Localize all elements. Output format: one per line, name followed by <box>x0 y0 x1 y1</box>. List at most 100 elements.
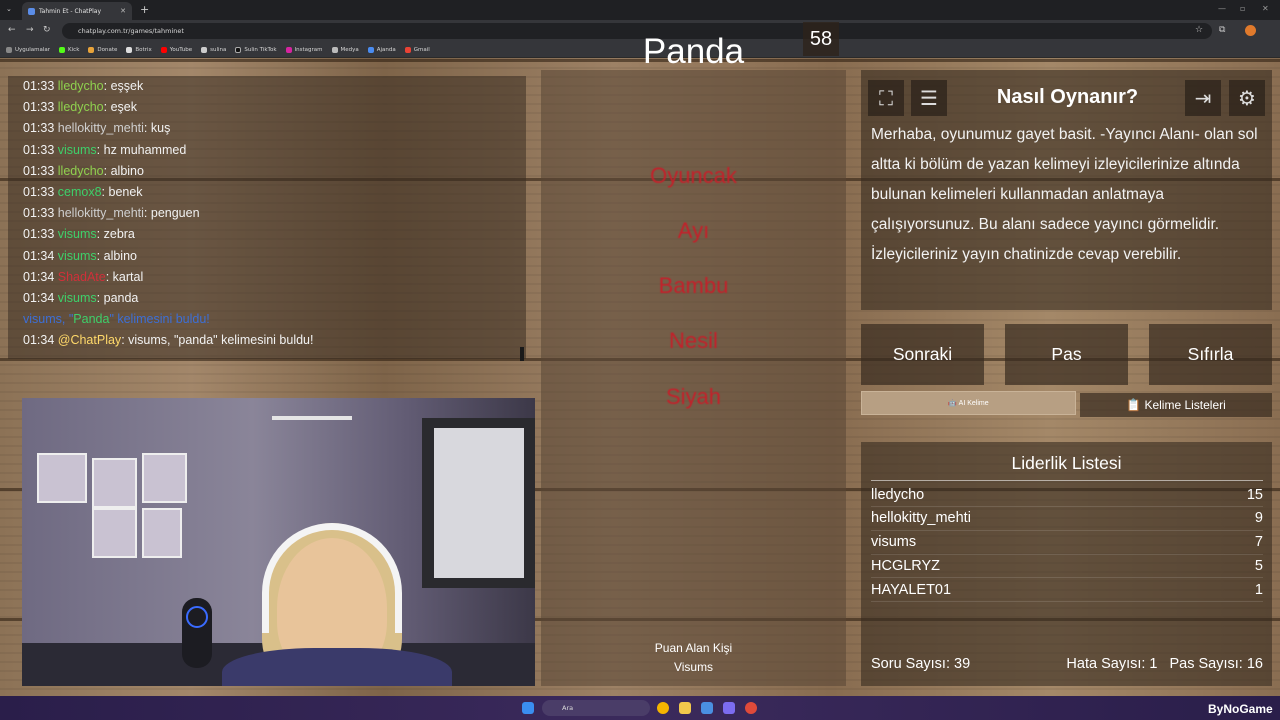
found-notice-word: Panda <box>73 312 110 327</box>
chat-username[interactable]: lledycho <box>58 100 104 114</box>
chat-username[interactable]: ShadAte <box>58 270 106 284</box>
profile-avatar[interactable] <box>1245 25 1256 36</box>
chat-text: : albino <box>96 248 137 263</box>
leaderboard-title: Liderlik Listesi <box>1011 453 1122 473</box>
chat-message: 01:33 lledycho: eşşek <box>8 76 526 97</box>
chat-text: : kuş <box>143 121 171 136</box>
chrome-icon[interactable] <box>657 702 669 714</box>
bookmark-star-icon[interactable]: ☆ <box>1195 25 1203 35</box>
chat-username[interactable]: lledycho <box>58 164 104 178</box>
app-icon[interactable] <box>701 702 713 714</box>
bookmark-item[interactable]: Botrix <box>126 46 152 53</box>
logout-icon[interactable]: ⇥ <box>1185 80 1221 116</box>
bookmark-item[interactable]: Ajanda <box>367 46 396 53</box>
site-favicon-icon <box>28 7 35 15</box>
pass-button[interactable]: Pas <box>1005 324 1128 385</box>
chat-time: 01:33 <box>23 142 55 157</box>
window-close-icon[interactable]: ✕ <box>1262 4 1269 13</box>
poster <box>92 458 137 508</box>
fullscreen-icon[interactable]: ⛶ <box>868 80 904 116</box>
chat-username[interactable]: visums <box>58 249 97 263</box>
poster <box>37 453 87 503</box>
chat-username[interactable]: hellokitty_mehti <box>58 206 144 220</box>
chat-message: 01:33 lledycho: eşek <box>8 97 526 118</box>
chat-message: 01:34 visums: albino <box>8 246 526 267</box>
obs-icon[interactable] <box>745 702 757 714</box>
forward-icon[interactable]: → <box>26 25 34 35</box>
back-icon[interactable]: ← <box>8 25 16 35</box>
bookmark-item[interactable]: Donate <box>88 46 117 53</box>
tab-close-icon[interactable]: ✕ <box>120 7 126 15</box>
chat-time: 01:33 <box>23 100 55 115</box>
chat-text: : visums, "panda" kelimesini buldu! <box>121 333 314 348</box>
maximize-icon[interactable]: ▫ <box>1240 4 1245 13</box>
chat-username[interactable]: hellokitty_mehti <box>58 121 144 135</box>
bookmark-item[interactable]: Kick <box>59 46 79 53</box>
chat-time: 01:34 <box>23 248 55 263</box>
bookmark-item[interactable]: sulina <box>201 46 226 53</box>
pass-count: Pas Sayısı: 16 <box>1169 656 1264 672</box>
bot-message: 01:34 @ChatPlay: visums, "panda" kelimes… <box>8 330 526 351</box>
reset-button[interactable]: Sıfırla <box>1149 324 1272 385</box>
leaderboard-row: HAYALET01 1 <box>871 578 1263 603</box>
ai-word-button[interactable]: 🤖 AI Kelime <box>861 391 1076 415</box>
chat-message: 01:33 hellokitty_mehti: penguen <box>8 203 526 224</box>
settings-gear-icon[interactable]: ⚙ <box>1229 80 1265 116</box>
found-notice-suffix: " kelimesini buldu! <box>109 312 210 327</box>
leaderboard-score: 15 <box>1246 486 1263 503</box>
found-notice-prefix: visums, " <box>23 312 74 327</box>
leaderboard-name: HCGLRYZ <box>871 557 941 574</box>
chat-username[interactable]: lledycho <box>58 79 104 93</box>
browser-tab[interactable]: Tahmin Et - ChatPlay ✕ <box>22 2 132 20</box>
webcam-feed <box>22 398 535 686</box>
taskbar-search-text: Ara <box>562 704 574 712</box>
chat-username[interactable]: cemox8 <box>58 185 102 199</box>
how-to-play-title: Nasıl Oynanır? <box>996 86 1139 108</box>
chat-time: 01:33 <box>23 227 55 242</box>
file-explorer-icon[interactable] <box>679 702 691 714</box>
chat-message: 01:33 cemox8: benek <box>8 182 526 203</box>
chat-time: 01:33 <box>23 206 55 221</box>
chat-text: : eşşek <box>103 79 144 93</box>
windows-start-icon[interactable] <box>522 702 534 714</box>
chat-text: : benek <box>101 184 143 199</box>
browser-tab-bar: ⌄ Tahmin Et - ChatPlay ✕ + — ▫ ✕ <box>0 0 1280 20</box>
chat-time: 01:33 <box>23 184 55 199</box>
chat-username[interactable]: visums <box>58 291 97 305</box>
bookmark-item[interactable]: Medya <box>331 46 359 53</box>
bookmark-item[interactable]: Instagram <box>285 46 323 53</box>
new-tab-icon[interactable]: + <box>140 3 149 16</box>
tab-search-icon[interactable]: ⌄ <box>6 5 12 13</box>
leaderboard-score: 1 <box>1254 581 1263 598</box>
forbidden-word: Nesil <box>669 328 718 353</box>
leaderboard-score: 5 <box>1254 557 1263 574</box>
chat-username[interactable]: visums <box>58 227 97 241</box>
bookmark-item[interactable]: Sulin TikTok <box>235 46 277 53</box>
word-lists-button[interactable]: 📋 Kelime Listeleri <box>1080 393 1272 417</box>
leaderboard-row: lledycho 15 <box>871 483 1263 507</box>
forbidden-word: Ayı <box>677 218 710 243</box>
chat-message: 01:33 lledycho: albino <box>8 161 526 182</box>
reload-icon[interactable]: ↻ <box>43 25 51 35</box>
bookmark-item[interactable]: YouTube <box>160 46 192 53</box>
error-count: Hata Sayısı: 1 <box>1066 656 1158 672</box>
watermark-logo: ByNoGame <box>1208 702 1273 716</box>
chat-time: 01:33 <box>23 79 55 93</box>
bookmark-item[interactable]: Uygulamalar <box>6 46 50 53</box>
resize-handle[interactable] <box>520 347 524 361</box>
poster <box>142 508 182 558</box>
chat-text: : panda <box>96 290 139 305</box>
taskbar-search[interactable]: Ara <box>542 700 650 716</box>
leaderboard-name: hellokitty_mehti <box>871 510 971 527</box>
discord-icon[interactable] <box>723 702 735 714</box>
next-button[interactable]: Sonraki <box>861 324 984 385</box>
extensions-icon[interactable]: ⧉ <box>1219 25 1225 35</box>
minimize-icon[interactable]: — <box>1218 4 1226 13</box>
bookmark-item[interactable]: Gmail <box>404 46 430 53</box>
poster <box>142 453 187 503</box>
notes-icon[interactable]: ☰ <box>911 80 947 116</box>
bot-username[interactable]: @ChatPlay <box>58 333 121 347</box>
chat-username[interactable]: visums <box>58 143 97 157</box>
chat-text: : hz muhammed <box>96 142 187 157</box>
tab-title: Tahmin Et - ChatPlay <box>39 7 102 15</box>
